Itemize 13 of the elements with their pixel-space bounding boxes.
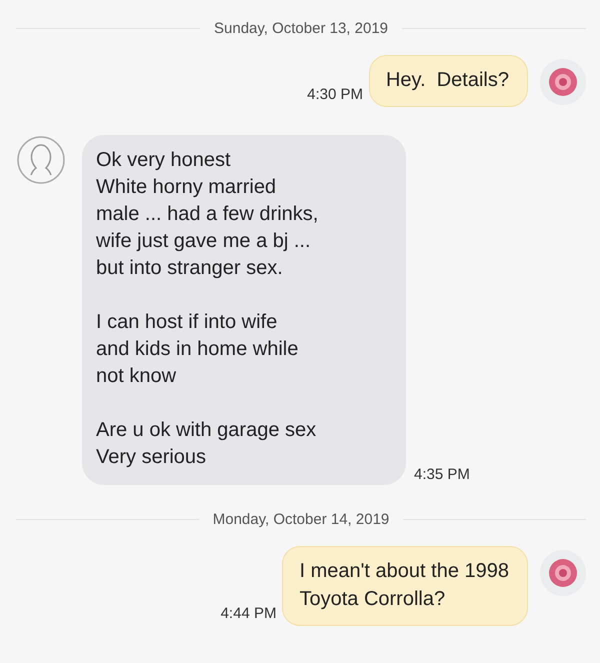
message-text: I can host if into wife and kids in home while not know <box>96 310 300 389</box>
message-text: Ok very honest White horny married male ... had a few drinks, wife just gave me a bj ... but into stranger sex. <box>96 148 320 281</box>
date-divider: Monday, October 14, 2019 <box>212 511 390 528</box>
message-time: 4:44 PM <box>220 605 276 624</box>
avatar-icon <box>540 550 586 596</box>
date-divider: Sunday, October 13, 2019 <box>214 20 388 37</box>
message-text: Are u ok with garage sex Very serious <box>96 418 318 470</box>
message-text: Hey. Details? <box>386 68 509 93</box>
message-text: I mean't about the 1998 Toyota Corrolla? <box>299 559 509 612</box>
avatar-icon <box>540 59 586 105</box>
message-time: 4:35 PM <box>414 466 470 485</box>
message-time: 4:30 PM <box>307 86 363 105</box>
avatar-icon <box>16 135 66 185</box>
